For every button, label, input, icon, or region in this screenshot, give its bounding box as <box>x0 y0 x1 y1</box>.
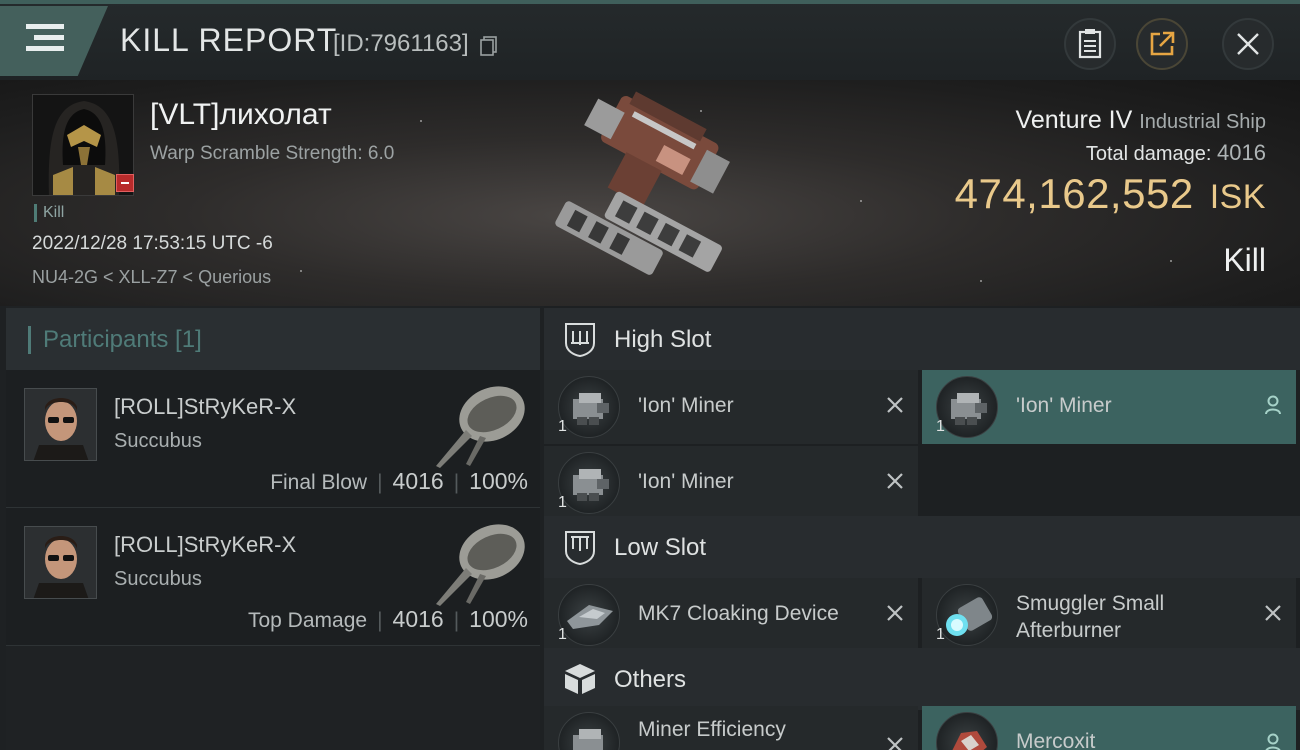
close-button[interactable] <box>1222 18 1274 70</box>
participant-ship: Succubus <box>114 430 202 452</box>
ion-miner-icon <box>558 452 620 514</box>
warp-scramble-strength: Warp Scramble Strength: 6.0 <box>150 143 395 164</box>
destroyed-icon <box>884 602 906 624</box>
participant-row[interactable]: [ROLL]StRyKeR-X Succubus Final Blow | 4016… <box>6 370 540 508</box>
destroyed-icon <box>884 734 906 750</box>
fitted-item[interactable]: Mercoxit <box>922 706 1296 750</box>
kill-result: Kill <box>1223 242 1266 278</box>
kill-tag: Kill <box>34 204 64 222</box>
item-quantity: 1 <box>936 626 945 643</box>
high-slot-icon <box>565 323 595 357</box>
victim-ship-render <box>555 91 730 275</box>
fitted-item[interactable]: 1 'Ion' Miner <box>544 446 918 520</box>
header-bar: KILL REPORT [ID:7961163] <box>0 0 1300 80</box>
cargo-box-icon <box>565 664 595 694</box>
destroyed-icon <box>1262 602 1284 624</box>
participant-stats: Top Damage | 4016 | 100% <box>247 606 528 632</box>
total-damage-label: Total damage: <box>1085 143 1212 165</box>
participant-role: Final Blow <box>270 471 368 494</box>
report-id: [ID:7961163] <box>333 30 469 57</box>
miner-efficiency-icon <box>558 712 620 750</box>
item-quantity: 1 <box>558 626 567 643</box>
participant-percent: 100% <box>469 606 528 632</box>
fitted-item[interactable]: 1 MK7 Cloaking Device <box>544 578 918 652</box>
ship-class: Industrial Ship <box>1139 111 1266 133</box>
destroyed-icon <box>884 470 906 492</box>
kill-location[interactable]: NU4-2G < XLL-Z7 < Querious <box>32 267 271 288</box>
participant-ship-render <box>436 524 525 606</box>
isk-value: 474,162,552 ISK <box>955 170 1266 218</box>
dropped-person-icon <box>1262 394 1284 416</box>
participant-damage: 4016 <box>392 468 444 494</box>
share-button[interactable] <box>1136 18 1188 70</box>
isk-amount: 474,162,552 <box>954 170 1194 217</box>
ship-name: Venture IV <box>1015 106 1133 134</box>
item-name: Mercoxit <box>1016 730 1096 750</box>
participant-row[interactable]: [ROLL]StRyKeR-X Succubus Top Damage | 4016… <box>6 508 540 646</box>
participants-panel: Participants [1] [ROLL]StRyKeR-X Succubu… <box>6 306 540 750</box>
page-title: KILL REPORT <box>120 22 338 58</box>
fitted-item[interactable]: Miner Efficiency <box>544 706 918 750</box>
participant-avatar <box>24 526 97 599</box>
item-name: Miner Efficiency <box>638 718 786 741</box>
close-icon <box>1237 33 1259 55</box>
total-damage: Total damage: 4016 <box>1086 140 1266 166</box>
low-slot-label: Low Slot <box>614 534 707 561</box>
item-name: 'Ion' Miner <box>1016 394 1112 417</box>
kill-summary-banner: [VLT]лихолат Warp Scramble Strength: 6.0… <box>0 80 1300 306</box>
item-name-line1: Smuggler Small <box>1016 592 1165 615</box>
item-name: MK7 Cloaking Device <box>638 602 839 625</box>
victim-ship[interactable]: Venture IV Industrial Ship <box>1016 106 1266 135</box>
item-name-line2: Afterburner <box>1016 619 1122 642</box>
participant-percent: 100% <box>469 468 528 494</box>
total-damage-value: 4016 <box>1217 140 1266 165</box>
participant-ship: Succubus <box>114 568 202 590</box>
afterburner-icon <box>936 584 998 646</box>
victim-status-badge <box>116 174 134 192</box>
clipboard-button[interactable] <box>1064 18 1116 70</box>
item-name: 'Ion' Miner <box>638 394 734 417</box>
participants-label: Participants [1] <box>28 326 202 354</box>
item-name: Smuggler Small Afterburner <box>1016 590 1164 644</box>
participant-damage: 4016 <box>392 606 444 632</box>
low-slot-header: Low Slot <box>544 516 1300 578</box>
participant-ship-render <box>436 386 525 468</box>
fitted-item[interactable]: 1 Smuggler Small Afterburner <box>922 578 1296 652</box>
isk-unit: ISK <box>1209 178 1266 216</box>
participants-header: Participants [1] <box>6 308 540 370</box>
others-label: Others <box>614 666 687 693</box>
ion-miner-icon <box>558 376 620 438</box>
participant-role: Top Damage <box>247 609 368 632</box>
fitted-item[interactable]: 1 'Ion' Miner <box>922 370 1296 444</box>
others-header: Others <box>544 648 1300 710</box>
participant-name: [ROLL]StRyKeR-X <box>114 532 297 557</box>
victim-name[interactable]: [VLT]лихолат <box>150 98 332 132</box>
participant-avatar <box>24 388 97 461</box>
high-slot-header: High Slot <box>544 308 1300 370</box>
item-quantity: 1 <box>936 418 945 435</box>
mercoxit-icon <box>936 712 998 750</box>
item-name: 'Ion' Miner <box>638 470 734 493</box>
participant-name: [ROLL]StRyKeR-X <box>114 394 297 419</box>
copy-icon[interactable] <box>480 36 498 56</box>
low-slot-icon <box>565 531 595 565</box>
menu-icon <box>26 24 64 51</box>
participant-stats: Final Blow | 4016 | 100% <box>270 468 528 494</box>
item-quantity: 1 <box>558 494 567 511</box>
clipboard-icon <box>1078 29 1102 59</box>
item-quantity: 1 <box>558 418 567 435</box>
high-slot-label: High Slot <box>614 326 712 353</box>
cloaking-device-icon <box>558 584 620 646</box>
share-icon <box>1150 31 1175 56</box>
kill-datetime: 2022/12/28 17:53:15 UTC -6 <box>32 233 273 254</box>
menu-button[interactable] <box>0 6 108 76</box>
header-accent-line <box>0 0 1300 4</box>
kill-report-window: KILL REPORT [ID:7961163] [VLT]лихолат Wa… <box>0 0 1300 750</box>
dropped-person-icon <box>1262 732 1284 750</box>
fitted-item[interactable]: 1 'Ion' Miner <box>544 370 918 444</box>
destroyed-icon <box>884 394 906 416</box>
fitting-panel: High Slot 1 'Ion' Miner 1 'Ion' Miner 1 … <box>544 306 1300 750</box>
ion-miner-icon <box>936 376 998 438</box>
